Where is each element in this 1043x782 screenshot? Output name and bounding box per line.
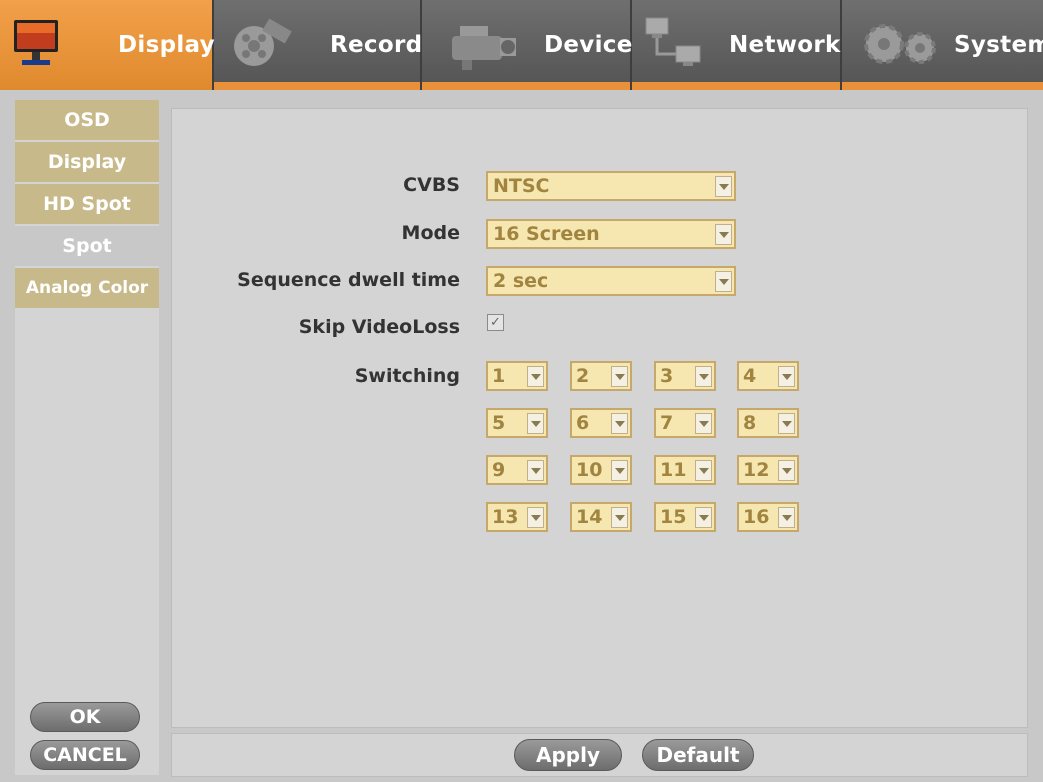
- network-icon: [645, 17, 701, 66]
- switching-select[interactable]: 1: [486, 361, 548, 391]
- cancel-button[interactable]: CANCEL: [30, 740, 140, 770]
- switching-value: 1: [492, 365, 506, 387]
- chevron-down-icon[interactable]: [527, 366, 544, 387]
- switching-select[interactable]: 11: [654, 455, 716, 485]
- switching-value: 16: [743, 506, 770, 528]
- chevron-down-icon[interactable]: [778, 460, 795, 481]
- chevron-down-icon[interactable]: [778, 366, 795, 387]
- apply-button[interactable]: Apply: [514, 739, 622, 771]
- dwell-time-label: Sequence dwell time: [237, 269, 460, 291]
- switching-value: 14: [576, 506, 603, 528]
- chevron-down-icon[interactable]: [695, 413, 712, 434]
- switching-label: Switching: [354, 365, 460, 387]
- sidebar-item-osd[interactable]: OSD: [15, 100, 159, 140]
- chevron-down-icon[interactable]: [695, 366, 712, 387]
- switching-select[interactable]: 13: [486, 502, 548, 532]
- switching-value: 9: [492, 459, 506, 481]
- mode-value: 16 Screen: [493, 223, 600, 245]
- switching-select[interactable]: 7: [654, 408, 716, 438]
- sidebar-item-spot[interactable]: Spot: [15, 226, 159, 266]
- switching-select[interactable]: 6: [570, 408, 632, 438]
- switching-select[interactable]: 2: [570, 361, 632, 391]
- monitor-icon: [14, 20, 58, 65]
- switching-select[interactable]: 9: [486, 455, 548, 485]
- tab-system-label: System: [954, 32, 1043, 58]
- switching-value: 5: [492, 412, 506, 434]
- switching-value: 8: [743, 412, 757, 434]
- chevron-down-icon[interactable]: [611, 413, 628, 434]
- ok-button[interactable]: OK: [30, 702, 140, 732]
- chevron-down-icon[interactable]: [715, 176, 732, 197]
- chevron-down-icon[interactable]: [527, 413, 544, 434]
- switching-select[interactable]: 12: [737, 455, 799, 485]
- tab-device-label: Device: [544, 32, 633, 58]
- chevron-down-icon[interactable]: [778, 507, 795, 528]
- chevron-down-icon[interactable]: [715, 224, 732, 245]
- switching-select[interactable]: 5: [486, 408, 548, 438]
- switching-select[interactable]: 14: [570, 502, 632, 532]
- dwell-time-select[interactable]: 2 sec: [486, 266, 736, 296]
- bottom-action-bar: Apply Default: [171, 733, 1028, 777]
- tab-display[interactable]: Display: [0, 0, 215, 90]
- chevron-down-icon[interactable]: [527, 460, 544, 481]
- chevron-down-icon[interactable]: [611, 460, 628, 481]
- switching-select[interactable]: 16: [737, 502, 799, 532]
- switching-value: 4: [743, 365, 757, 387]
- film-reel-icon: [234, 18, 292, 66]
- chevron-down-icon[interactable]: [778, 413, 795, 434]
- switching-value: 3: [660, 365, 674, 387]
- sidebar-item-analog-color[interactable]: Analog Color: [15, 268, 159, 308]
- switching-value: 12: [743, 459, 770, 481]
- skip-videoloss-label: Skip VideoLoss: [298, 316, 460, 338]
- mode-label: Mode: [401, 222, 460, 244]
- camera-icon: [452, 26, 516, 70]
- tab-device[interactable]: Device: [422, 0, 632, 90]
- tab-system[interactable]: System: [842, 0, 1043, 90]
- top-tab-bar: Display Record Device Network System: [0, 0, 1043, 90]
- gears-icon: [864, 24, 936, 64]
- sidebar: OSD Display HD Spot Spot Analog Color: [15, 100, 159, 775]
- chevron-down-icon[interactable]: [611, 507, 628, 528]
- switching-select[interactable]: 4: [737, 361, 799, 391]
- tab-network[interactable]: Network: [632, 0, 842, 90]
- switching-value: 13: [492, 506, 519, 528]
- switching-value: 6: [576, 412, 590, 434]
- chevron-down-icon[interactable]: [527, 507, 544, 528]
- tab-display-label: Display: [118, 32, 215, 58]
- tab-record-label: Record: [330, 32, 423, 58]
- switching-value: 7: [660, 412, 674, 434]
- switching-value: 11: [660, 459, 687, 481]
- default-button[interactable]: Default: [642, 739, 754, 771]
- switching-value: 2: [576, 365, 590, 387]
- switching-select[interactable]: 15: [654, 502, 716, 532]
- sidebar-item-display[interactable]: Display: [15, 142, 159, 182]
- dwell-time-value: 2 sec: [493, 270, 549, 292]
- cvbs-value: NTSC: [493, 175, 550, 197]
- mode-select[interactable]: 16 Screen: [486, 219, 736, 249]
- chevron-down-icon[interactable]: [695, 460, 712, 481]
- chevron-down-icon[interactable]: [715, 271, 732, 292]
- tab-record[interactable]: Record: [214, 0, 422, 90]
- chevron-down-icon[interactable]: [695, 507, 712, 528]
- sidebar-item-hd-spot[interactable]: HD Spot: [15, 184, 159, 224]
- switching-value: 15: [660, 506, 687, 528]
- switching-select[interactable]: 3: [654, 361, 716, 391]
- switching-value: 10: [576, 459, 603, 481]
- skip-videoloss-checkbox[interactable]: ✓: [487, 314, 504, 331]
- switching-select[interactable]: 10: [570, 455, 632, 485]
- tab-network-label: Network: [729, 32, 841, 58]
- cvbs-label: CVBS: [403, 174, 460, 196]
- chevron-down-icon[interactable]: [611, 366, 628, 387]
- cvbs-select[interactable]: NTSC: [486, 171, 736, 201]
- switching-select[interactable]: 8: [737, 408, 799, 438]
